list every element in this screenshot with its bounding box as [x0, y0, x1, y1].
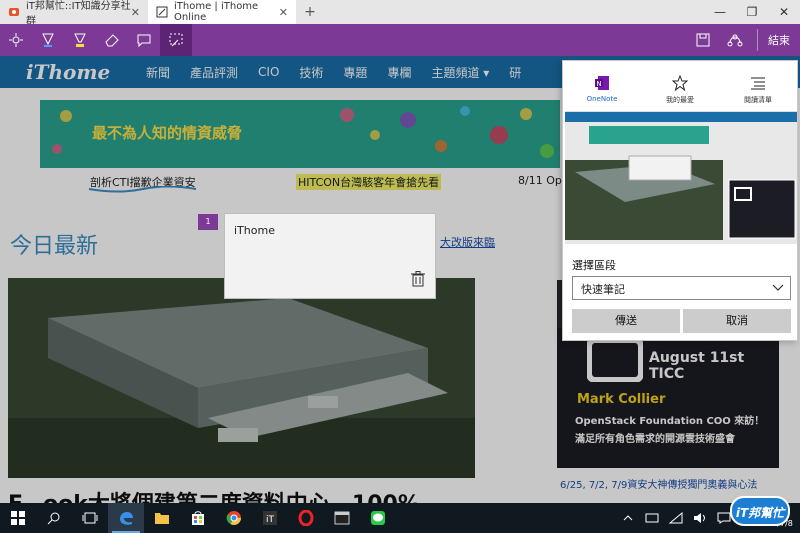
note-icon[interactable] [128, 24, 160, 56]
close-window-button[interactable]: ✕ [768, 0, 800, 24]
banner-text: 最不為人知的情資威脅 [92, 124, 243, 142]
section-select-value: 快速筆記 [581, 283, 625, 296]
nav-columns[interactable]: 專欄 [387, 64, 411, 81]
ithome-app-icon[interactable]: iT [252, 503, 288, 533]
svg-text:iT: iT [266, 515, 275, 525]
done-button[interactable]: 結束 [764, 32, 800, 48]
tab-title: iThome | iThome Online [174, 1, 259, 23]
nav-topics[interactable]: 專題 [343, 64, 367, 81]
note-badge[interactable]: 1 [198, 214, 218, 230]
note-text[interactable]: iThome [234, 224, 275, 237]
ad-line-1: OpenStack Foundation COO 來訪！ [575, 416, 765, 427]
nav-reviews[interactable]: 產品評測 [190, 64, 238, 81]
nav-tech[interactable]: 技術 [299, 64, 323, 81]
side-link[interactable]: 6/25, 7/2, 7/9資安大神傳授獨門奧義與心法 [560, 476, 757, 491]
tab-ithelp[interactable]: iT邦幫忙::IT知識分享社群 ✕ [0, 0, 148, 27]
network-icon[interactable] [640, 503, 664, 533]
store-icon[interactable] [180, 503, 216, 533]
maximize-button[interactable]: ❐ [736, 0, 768, 24]
taskbar: iT 下午 15/7/8 [0, 503, 800, 533]
ithelp-favicon-icon [8, 6, 20, 18]
pen-icon[interactable] [32, 24, 64, 56]
chrome-icon[interactable] [216, 503, 252, 533]
save-icon[interactable] [687, 24, 719, 56]
opera-icon[interactable] [288, 503, 324, 533]
highlighter-icon[interactable] [64, 24, 96, 56]
site-logo[interactable]: iThome [26, 60, 136, 84]
trash-icon[interactable] [411, 271, 425, 290]
tab-reading-list[interactable]: 閱讀清單 [719, 73, 797, 111]
nav-news[interactable]: 新聞 [146, 64, 170, 81]
new-tab-button[interactable]: + [296, 0, 324, 24]
ad-date: August 11st TICC [649, 350, 745, 382]
pan-icon[interactable] [0, 24, 32, 56]
banner-ad[interactable]: 最不為人知的情資威脅 [40, 100, 560, 168]
toolbar-actions: 結束 [687, 24, 800, 56]
tab-label: 閱讀清單 [744, 96, 772, 104]
tab-label: OneNote [586, 95, 618, 103]
article-headline[interactable]: Fook大將個建第二度資料中心，100% [8, 486, 420, 503]
tab-onenote[interactable]: N OneNote [563, 73, 641, 111]
nav-research[interactable]: 研 [509, 64, 521, 81]
file-explorer-icon[interactable] [144, 503, 180, 533]
section-title: 今日最新 [10, 234, 99, 259]
clip-preview [565, 111, 797, 244]
toolbar-divider [757, 29, 758, 51]
line-icon[interactable] [360, 503, 396, 533]
ad-line-2: 滿足所有角色需求的開源雲技術盛會 [575, 434, 735, 445]
nav-channels[interactable]: 主題頻道 ▾ [431, 64, 489, 81]
section-select[interactable]: 快速筆記 [572, 276, 791, 300]
close-tab-icon[interactable]: ✕ [279, 6, 288, 19]
article-photo[interactable] [8, 278, 475, 478]
tab-strip: iT邦幫忙::IT知識分享社群 ✕ iThome | iThome Online… [0, 0, 800, 27]
share-tabs: N OneNote 我的最愛 閱讀清單 [563, 61, 797, 111]
section-label: 選擇區段 [572, 259, 616, 272]
tab-ithome[interactable]: iThome | iThome Online ✕ [148, 0, 296, 24]
search-icon[interactable] [36, 503, 72, 533]
ithelp-watermark: iT邦幫忙 [730, 496, 790, 526]
send-button[interactable]: 傳送 [572, 309, 680, 333]
volume-icon[interactable] [688, 503, 712, 533]
edge-icon[interactable] [108, 503, 144, 533]
clip-icon[interactable] [160, 24, 192, 56]
reading-list-icon [750, 73, 766, 93]
share-panel: N OneNote 我的最愛 閱讀清單 選擇區段 快速筆記 傳送 取消 [562, 60, 798, 341]
note-favicon-icon [156, 6, 168, 18]
ink-underline [88, 186, 197, 193]
star-icon [672, 73, 688, 93]
tab-label: 我的最愛 [666, 96, 694, 104]
chevron-down-icon [772, 281, 784, 296]
onenote-icon: N [594, 73, 610, 93]
close-tab-icon[interactable]: ✕ [131, 6, 140, 19]
wifi-icon[interactable] [664, 503, 688, 533]
minimize-button[interactable]: — [704, 0, 736, 24]
web-note[interactable]: iThome [224, 213, 436, 299]
eraser-icon[interactable] [96, 24, 128, 56]
ad-speaker: Mark Collier [577, 392, 666, 407]
chevron-up-icon[interactable] [616, 503, 640, 533]
revision-link[interactable]: 大改版來臨 [440, 234, 495, 250]
task-view-icon[interactable] [72, 503, 108, 533]
tab-favorites[interactable]: 我的最愛 [641, 73, 719, 111]
openstack-logo-icon [587, 338, 643, 382]
start-icon[interactable] [0, 503, 36, 533]
cancel-button[interactable]: 取消 [683, 309, 791, 333]
cmd-icon[interactable] [324, 503, 360, 533]
ticker-link[interactable]: HITCON台灣駭客年會搶先看 [296, 174, 442, 190]
nav-cio[interactable]: CIO [258, 65, 279, 79]
window-controls: — ❐ ✕ [704, 0, 800, 24]
web-note-toolbar: 結束 [0, 24, 800, 56]
share-icon[interactable] [719, 24, 751, 56]
svg-text:N: N [596, 80, 601, 88]
tab-title: iT邦幫忙::IT知識分享社群 [26, 1, 131, 27]
